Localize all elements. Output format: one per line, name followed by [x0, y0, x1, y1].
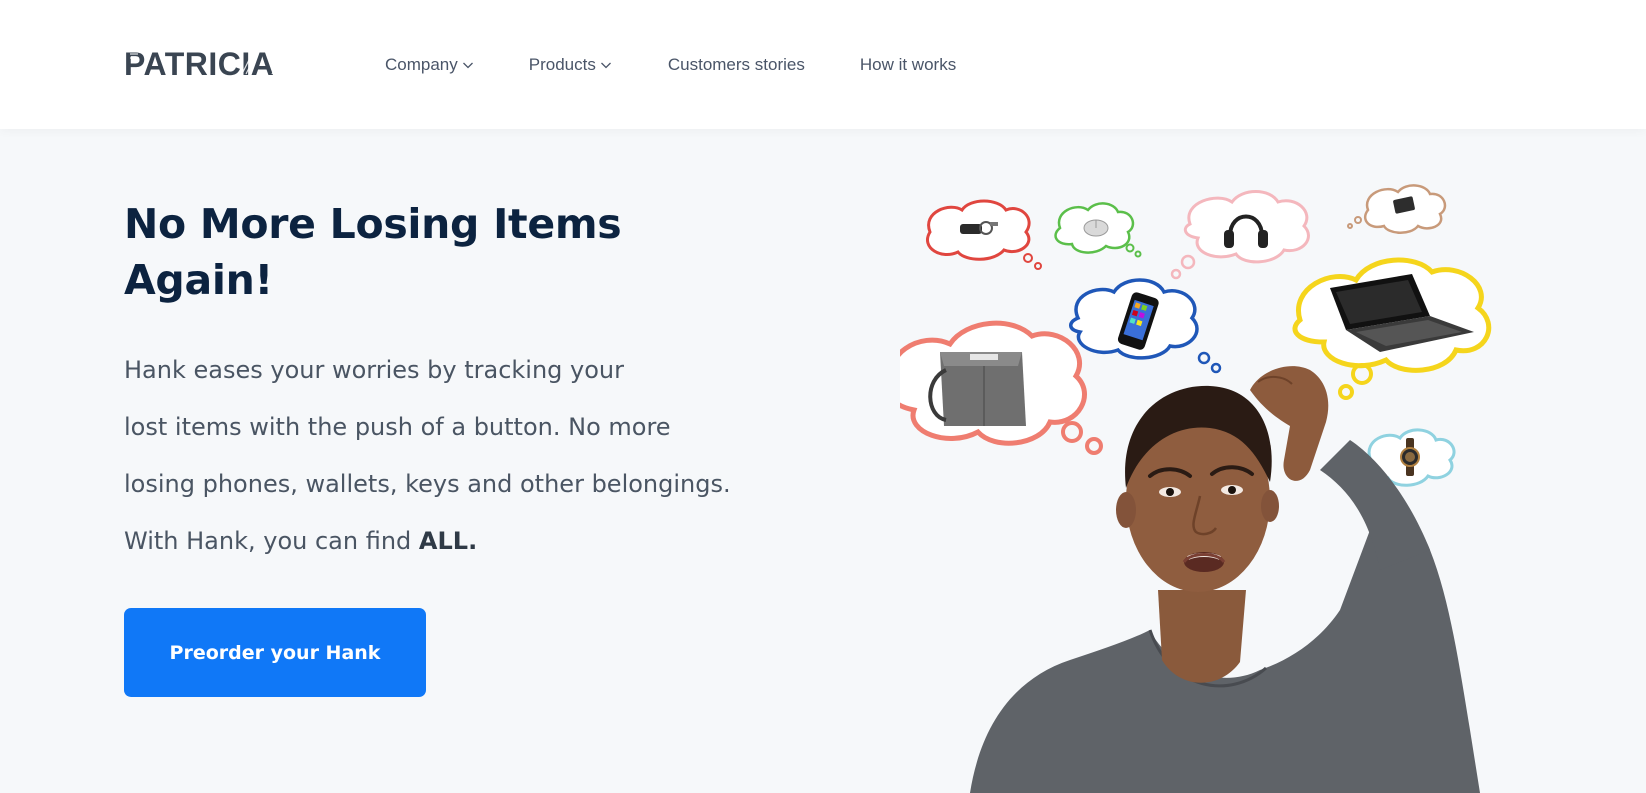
main-nav: Company Products Customers stories How i…	[385, 52, 956, 78]
nav-item-products-label: Products	[528, 55, 596, 74]
thought-bubble-bag	[900, 320, 1103, 455]
nav-item-how-it-works[interactable]: How it works	[860, 55, 956, 75]
nav-item-company-label: Company	[385, 55, 458, 74]
mouse-icon	[1083, 219, 1109, 237]
preorder-button[interactable]: Preorder your Hank	[124, 608, 426, 697]
hero-description: Hank eases your worries by tracking your…	[124, 342, 844, 570]
thought-bubble-mouse	[1054, 202, 1142, 258]
hero-desc-line-3: losing phones, wallets, keys and other b…	[124, 470, 731, 498]
hero-desc-line-4-text: With Hank, you can find	[124, 527, 419, 555]
thought-bubble-phone	[1069, 278, 1222, 374]
hero-desc-emphasis: ALL.	[418, 527, 478, 555]
nav-item-company[interactable]: Company	[385, 55, 474, 75]
landing-page: PATRICIA Company Products Customers stor…	[0, 0, 1646, 793]
brand-logo-text: PATRICIA	[124, 46, 275, 82]
bag-icon	[928, 352, 1026, 426]
hero-title: No More Losing Items Again!	[124, 196, 684, 308]
nav-item-customers-stories[interactable]: Customers stories	[668, 55, 805, 75]
hero-desc-line-1: Hank eases your worries by tracking your	[124, 356, 625, 384]
nav-item-products[interactable]: Products	[529, 55, 612, 75]
nav-item-customers-stories-label: Customers stories	[667, 55, 805, 74]
hero-title-line-2: Again!	[124, 256, 273, 304]
thought-bubble-keys	[926, 199, 1042, 270]
worried-woman-illustration	[900, 184, 1492, 793]
chevron-down-icon	[600, 62, 611, 69]
thought-bubble-headphones	[1170, 190, 1310, 280]
thought-bubble-wallet	[1347, 184, 1447, 234]
nav-item-how-it-works-label: How it works	[859, 55, 957, 74]
brand-logo[interactable]: PATRICIA	[124, 44, 294, 84]
chevron-down-icon	[462, 62, 473, 69]
hero-desc-line-4: With Hank, you can find ALL.	[124, 513, 844, 570]
hero-desc-line-2: lost items with the push of a button. No…	[124, 413, 671, 441]
hero-title-line-1: No More Losing Items	[124, 200, 622, 248]
thought-bubble-laptop	[1292, 257, 1492, 400]
hero-illustration	[900, 170, 1646, 793]
site-header: PATRICIA Company Products Customers stor…	[0, 0, 1646, 129]
